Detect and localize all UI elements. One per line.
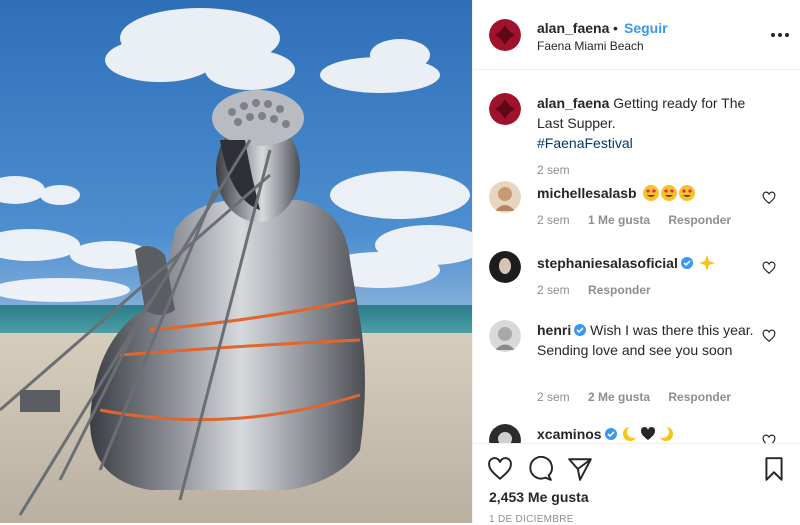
moon-emoji: [623, 426, 639, 441]
post-header: alan_faena • Seguir Faena Miami Beach: [473, 0, 800, 70]
caption-meta: 2 sem: [537, 163, 585, 177]
instagram-post: alan_faena • Seguir Faena Miami Beach al…: [0, 0, 800, 525]
comment-likes[interactable]: 2 Me gusta: [588, 390, 650, 404]
heart-eyes-emoji: [678, 185, 695, 201]
reply-button[interactable]: Responder: [588, 283, 651, 297]
caption-username[interactable]: alan_faena: [537, 95, 609, 111]
caption-text: alan_faena Getting ready for The Last Su…: [537, 93, 767, 153]
follow-button[interactable]: Seguir: [624, 20, 668, 36]
heart-icon[interactable]: [762, 329, 776, 343]
comment-icon[interactable]: [527, 456, 553, 482]
avatar[interactable]: [489, 424, 521, 443]
comment-text: henri Wish I was there this year. Sendin…: [537, 320, 767, 360]
comment-meta: 2 sem 1 Me gusta Responder: [537, 213, 746, 227]
avatar[interactable]: [489, 251, 521, 283]
post-actions: 2,453 Me gusta 1 DE DICIEMBRE: [473, 443, 800, 525]
more-icon[interactable]: [770, 26, 790, 44]
comment-time[interactable]: 2 sem: [537, 213, 570, 227]
heart-icon[interactable]: [487, 456, 513, 482]
caption-time[interactable]: 2 sem: [537, 163, 570, 177]
comment-time[interactable]: 2 sem: [537, 390, 570, 404]
heart-icon[interactable]: [762, 191, 776, 205]
comment-username[interactable]: henri: [537, 322, 571, 338]
avatar[interactable]: [489, 93, 521, 125]
reply-button[interactable]: Responder: [668, 213, 731, 227]
verified-icon: [604, 428, 617, 440]
heart-emoji: [641, 426, 656, 440]
share-icon[interactable]: [567, 456, 593, 482]
user-photo-avatar: [489, 181, 521, 213]
heart-eyes-emoji: [660, 185, 677, 201]
comment-likes[interactable]: 1 Me gusta: [588, 213, 650, 227]
user-photo-avatar: [489, 320, 521, 352]
comment-username[interactable]: xcaminos: [537, 426, 602, 442]
location-link[interactable]: Faena Miami Beach: [537, 39, 644, 53]
comment-time[interactable]: 2 sem: [537, 283, 570, 297]
comment-text: stephaniesalasoficial: [537, 253, 767, 273]
bookmark-icon[interactable]: [761, 456, 787, 482]
post-date[interactable]: 1 DE DICIEMBRE: [489, 514, 574, 525]
post-side-panel: alan_faena • Seguir Faena Miami Beach al…: [472, 0, 800, 525]
heart-icon[interactable]: [762, 261, 776, 275]
avatar[interactable]: [489, 181, 521, 213]
user-photo-avatar: [489, 424, 521, 443]
likes-count[interactable]: 2,453 Me gusta: [489, 489, 589, 505]
sparkle-emoji: [698, 255, 715, 271]
comment-meta: 2 sem 2 Me gusta Responder: [537, 390, 746, 404]
avatar[interactable]: [489, 320, 521, 352]
post-photo[interactable]: [0, 0, 472, 523]
heart-icon[interactable]: [762, 434, 776, 443]
verified-icon: [574, 324, 587, 336]
faena-logo-avatar: [489, 19, 521, 51]
moon-emoji: [658, 426, 674, 441]
reply-button[interactable]: Responder: [668, 390, 731, 404]
avatar[interactable]: [489, 19, 521, 51]
faena-logo-avatar: [489, 93, 521, 125]
separator-dot: •: [613, 20, 618, 36]
header-username[interactable]: alan_faena: [537, 20, 609, 36]
comment-text: michellesalasb: [537, 183, 767, 203]
buddha-sculpture-photo: [0, 0, 472, 523]
comment-username[interactable]: michellesalasb: [537, 185, 637, 201]
comment-username[interactable]: stephaniesalasoficial: [537, 255, 678, 271]
hashtag-link[interactable]: #FaenaFestival: [537, 135, 633, 151]
user-photo-avatar: [489, 251, 521, 283]
verified-icon: [680, 257, 693, 269]
heart-eyes-emoji: [642, 185, 659, 201]
comment-meta: 2 sem Responder: [537, 283, 666, 297]
comment-text: xcaminos: [537, 424, 767, 443]
comments-list[interactable]: alan_faena Getting ready for The Last Su…: [473, 71, 800, 443]
